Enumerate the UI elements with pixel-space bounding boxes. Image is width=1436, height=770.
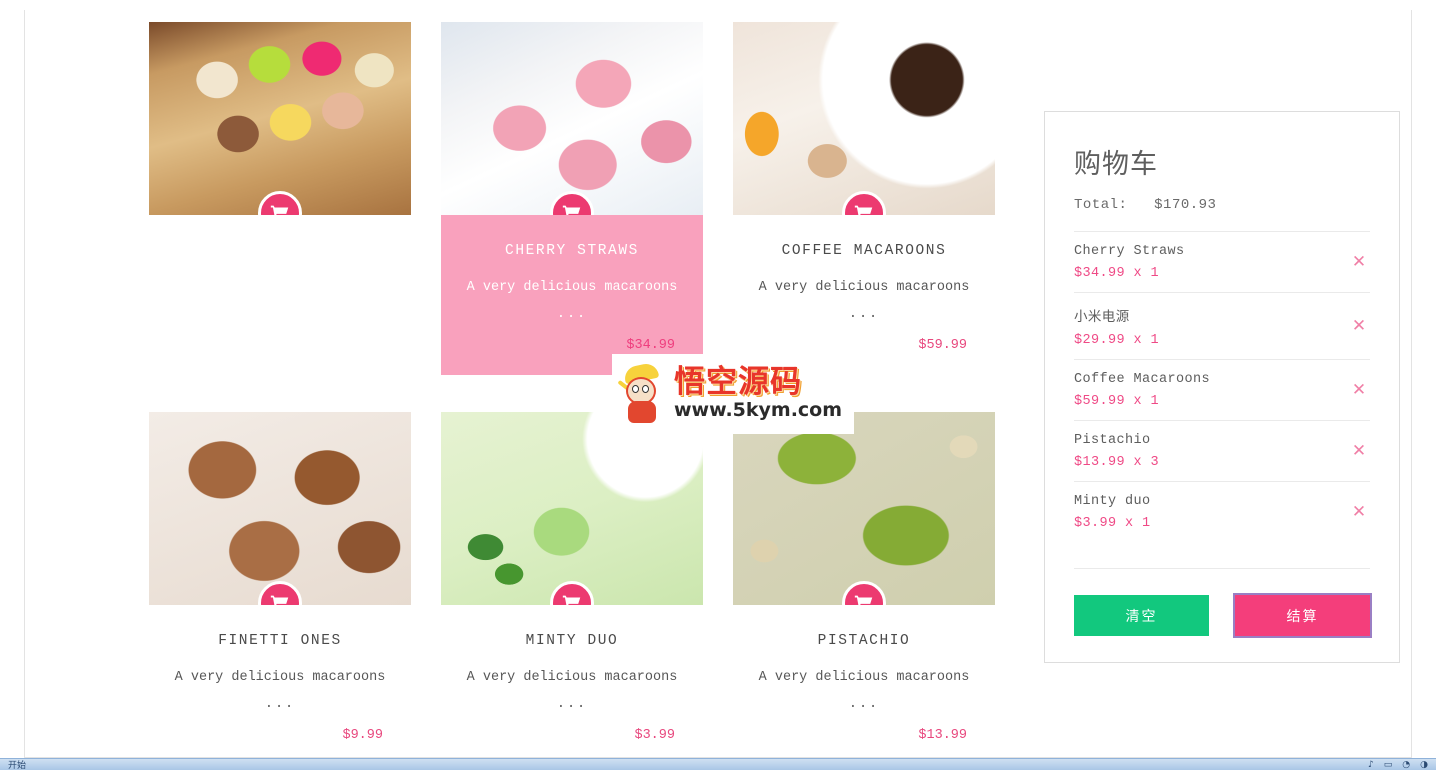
product-price: $13.99 bbox=[918, 728, 967, 744]
product-card-assorted[interactable] bbox=[149, 22, 411, 215]
cart-item-name: Minty duo bbox=[1074, 494, 1151, 509]
product-description: A very delicious macaroons bbox=[466, 280, 678, 295]
product-price: $59.99 bbox=[918, 338, 967, 354]
product-title: CHERRY STRAWS bbox=[505, 243, 639, 259]
remove-item-icon[interactable]: ✕ bbox=[1348, 252, 1370, 274]
product-photo-mint-macaron bbox=[441, 412, 703, 605]
cart-item-row: Cherry Straws $34.99 x 1 ✕ bbox=[1074, 231, 1370, 292]
cart-item-info: Minty duo $3.99 x 1 bbox=[1074, 494, 1348, 531]
cart-item-name: Pistachio bbox=[1074, 433, 1151, 448]
product-body: CHERRY STRAWS A very delicious macaroons… bbox=[441, 215, 703, 376]
product-body: PISTACHIO A very delicious macaroons ...… bbox=[733, 605, 995, 757]
product-description: A very delicious macaroons bbox=[758, 670, 970, 685]
product-photo-chocolate-macarons bbox=[149, 412, 411, 605]
remove-item-icon[interactable]: ✕ bbox=[1348, 380, 1370, 402]
remove-item-icon[interactable]: ✕ bbox=[1348, 502, 1370, 524]
cart-item-price-qty: $3.99 x 1 bbox=[1074, 516, 1151, 531]
cart-item-row: Minty duo $3.99 x 1 ✕ bbox=[1074, 481, 1370, 542]
product-description-ellipsis: ... bbox=[848, 697, 880, 713]
product-price: $9.99 bbox=[342, 728, 383, 744]
cart-total-label: Total: bbox=[1074, 197, 1128, 213]
product-image-wrap bbox=[441, 412, 703, 605]
product-card-pistachio[interactable]: PISTACHIO A very delicious macaroons ...… bbox=[733, 412, 995, 757]
shopping-cart-icon bbox=[562, 205, 581, 215]
product-description: A very delicious macaroons bbox=[174, 670, 386, 685]
product-card-cherry-straws[interactable]: CHERRY STRAWS A very delicious macaroons… bbox=[441, 22, 703, 376]
volume-icon[interactable]: ♪ bbox=[1368, 760, 1374, 770]
product-description: A very delicious macaroons bbox=[466, 670, 678, 685]
product-image-wrap bbox=[441, 22, 703, 215]
product-photo-pistachio-macarons bbox=[733, 412, 995, 605]
cart-item-info: 小米电源 $29.99 x 1 bbox=[1074, 305, 1348, 348]
product-price: $34.99 bbox=[626, 338, 675, 354]
product-card-coffee-macaroons[interactable]: COFFEE MACAROONS A very delicious macaro… bbox=[733, 22, 995, 376]
cart-actions: 清空 结算 bbox=[1074, 568, 1372, 638]
product-photo-coffee-cup bbox=[733, 22, 995, 215]
cart-item-name: 小米电源 bbox=[1074, 311, 1130, 326]
system-tray: ♪ ▭ ◔ ◑ bbox=[1368, 760, 1428, 770]
remove-item-icon[interactable]: ✕ bbox=[1348, 316, 1370, 338]
remove-item-icon[interactable]: ✕ bbox=[1348, 441, 1370, 463]
product-card-finetti-ones[interactable]: FINETTI ONES A very delicious macaroons … bbox=[149, 412, 411, 757]
cart-item-row: 小米电源 $29.99 x 1 ✕ bbox=[1074, 292, 1370, 359]
browser-page: CHERRY STRAWS A very delicious macaroons… bbox=[24, 10, 1412, 758]
product-title: PISTACHIO bbox=[817, 633, 911, 649]
cart-item-name: Coffee Macaroons bbox=[1074, 372, 1211, 387]
product-image-wrap bbox=[149, 412, 411, 605]
product-description-ellipsis: ... bbox=[556, 307, 588, 323]
product-photo-assorted-macarons bbox=[149, 22, 411, 215]
shopping-cart-icon bbox=[854, 205, 873, 215]
shopping-cart-icon bbox=[854, 595, 873, 605]
product-description-ellipsis: ... bbox=[264, 697, 296, 713]
screen: CHERRY STRAWS A very delicious macaroons… bbox=[0, 0, 1436, 770]
product-image-wrap bbox=[149, 22, 411, 215]
cart-item-name: Cherry Straws bbox=[1074, 244, 1185, 259]
product-body: FINETTI ONES A very delicious macaroons … bbox=[149, 605, 411, 757]
product-description-ellipsis: ... bbox=[556, 697, 588, 713]
cart-item-list: Cherry Straws $34.99 x 1 ✕ 小米电源 $29.99 x… bbox=[1074, 231, 1370, 542]
cart-total-value: $170.93 bbox=[1154, 197, 1217, 213]
product-description-ellipsis: ... bbox=[848, 307, 880, 323]
clear-cart-button[interactable]: 清空 bbox=[1074, 595, 1209, 636]
product-photo-pink-macarons bbox=[441, 22, 703, 215]
product-body: MINTY DUO A very delicious macaroons ...… bbox=[441, 605, 703, 757]
product-card-minty-duo[interactable]: MINTY DUO A very delicious macaroons ...… bbox=[441, 412, 703, 757]
product-title: FINETTI ONES bbox=[218, 633, 342, 649]
cart-title: 购物车 bbox=[1074, 149, 1158, 180]
os-taskbar[interactable]: 开始 ♪ ▭ ◔ ◑ bbox=[0, 758, 1436, 770]
shopping-cart-panel: 购物车 Total: $170.93 Cherry Straws $34.99 … bbox=[1044, 111, 1400, 663]
product-title: MINTY DUO bbox=[525, 633, 619, 649]
product-price: $3.99 bbox=[634, 728, 675, 744]
cart-item-info: Cherry Straws $34.99 x 1 bbox=[1074, 244, 1348, 281]
checkout-button[interactable]: 结算 bbox=[1233, 593, 1372, 638]
product-description: A very delicious macaroons bbox=[758, 280, 970, 295]
taskbar-left: 开始 bbox=[8, 759, 26, 770]
cart-item-info: Coffee Macaroons $59.99 x 1 bbox=[1074, 372, 1348, 409]
network-icon[interactable]: ▭ bbox=[1384, 760, 1393, 770]
cart-item-price-qty: $29.99 x 1 bbox=[1074, 333, 1160, 348]
cart-item-price-qty: $13.99 x 3 bbox=[1074, 455, 1160, 470]
product-image-wrap bbox=[733, 22, 995, 215]
product-grid: CHERRY STRAWS A very delicious macaroons… bbox=[25, 10, 1025, 757]
tray-icon-3[interactable]: ◔ bbox=[1402, 760, 1410, 770]
start-button[interactable]: 开始 bbox=[8, 759, 26, 770]
cart-item-price-qty: $34.99 x 1 bbox=[1074, 266, 1160, 281]
product-title: COFFEE MACAROONS bbox=[781, 243, 947, 259]
product-body: COFFEE MACAROONS A very delicious macaro… bbox=[733, 215, 995, 375]
product-image-wrap bbox=[733, 412, 995, 605]
cart-total: Total: $170.93 bbox=[1074, 197, 1370, 213]
shopping-cart-icon bbox=[562, 595, 581, 605]
tray-icon-4[interactable]: ◑ bbox=[1420, 760, 1428, 770]
shopping-cart-icon bbox=[270, 205, 289, 215]
cart-item-price-qty: $59.99 x 1 bbox=[1074, 394, 1160, 409]
cart-item-row: Pistachio $13.99 x 3 ✕ bbox=[1074, 420, 1370, 481]
cart-item-info: Pistachio $13.99 x 3 bbox=[1074, 433, 1348, 470]
shopping-cart-icon bbox=[270, 595, 289, 605]
cart-item-row: Coffee Macaroons $59.99 x 1 ✕ bbox=[1074, 359, 1370, 420]
